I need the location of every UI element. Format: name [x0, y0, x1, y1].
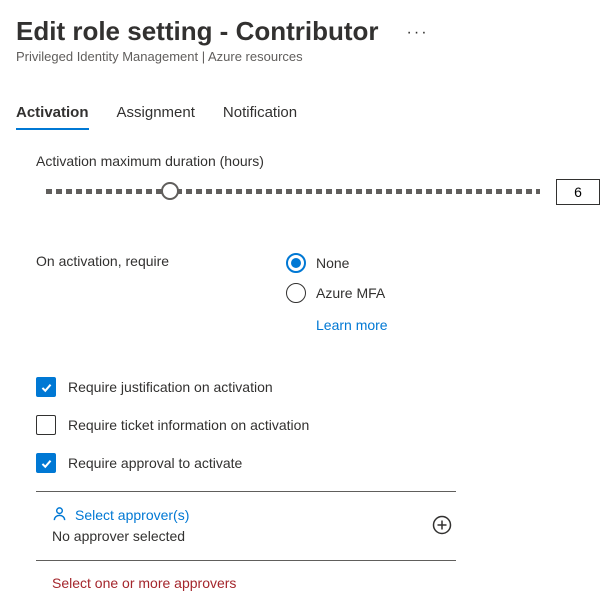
radio-mfa-control[interactable] [286, 283, 306, 303]
add-approver-button[interactable] [432, 515, 452, 535]
check-icon [40, 457, 53, 470]
approver-error: Select one or more approvers [36, 575, 600, 591]
person-icon [52, 506, 67, 524]
check-approval-label: Require approval to activate [68, 455, 242, 471]
approver-section: Select approver(s) No approver selected [36, 491, 456, 561]
checkbox-justification[interactable] [36, 377, 56, 397]
checkbox-approval[interactable] [36, 453, 56, 473]
check-justification[interactable]: Require justification on activation [36, 377, 600, 397]
page-title: Edit role setting - Contributor [16, 16, 379, 47]
check-approval[interactable]: Require approval to activate [36, 453, 600, 473]
slider-track [46, 189, 540, 194]
select-approvers-label: Select approver(s) [75, 507, 189, 523]
breadcrumb: Privileged Identity Management | Azure r… [16, 49, 600, 64]
checkbox-ticket[interactable] [36, 415, 56, 435]
check-justification-label: Require justification on activation [68, 379, 273, 395]
tab-activation[interactable]: Activation [16, 98, 89, 129]
duration-slider[interactable] [46, 184, 540, 200]
learn-more-link[interactable]: Learn more [316, 317, 388, 333]
radio-mfa[interactable]: Azure MFA [286, 283, 388, 303]
slider-thumb[interactable] [161, 182, 179, 200]
radio-none-label: None [316, 255, 349, 271]
check-ticket[interactable]: Require ticket information on activation [36, 415, 600, 435]
duration-input[interactable] [556, 179, 600, 205]
plus-circle-icon [432, 515, 452, 535]
check-icon [40, 381, 53, 394]
check-ticket-label: Require ticket information on activation [68, 417, 309, 433]
tab-assignment[interactable]: Assignment [117, 98, 195, 129]
radio-none[interactable]: None [286, 253, 388, 273]
no-approver-text: No approver selected [52, 528, 189, 544]
more-button[interactable]: ··· [407, 24, 429, 42]
tab-bar: Activation Assignment Notification [16, 98, 600, 129]
select-approvers-link[interactable]: Select approver(s) [52, 506, 189, 524]
tab-notification[interactable]: Notification [223, 98, 297, 129]
require-label: On activation, require [36, 253, 286, 269]
radio-mfa-label: Azure MFA [316, 285, 385, 301]
duration-label: Activation maximum duration (hours) [36, 153, 600, 169]
radio-none-control[interactable] [286, 253, 306, 273]
